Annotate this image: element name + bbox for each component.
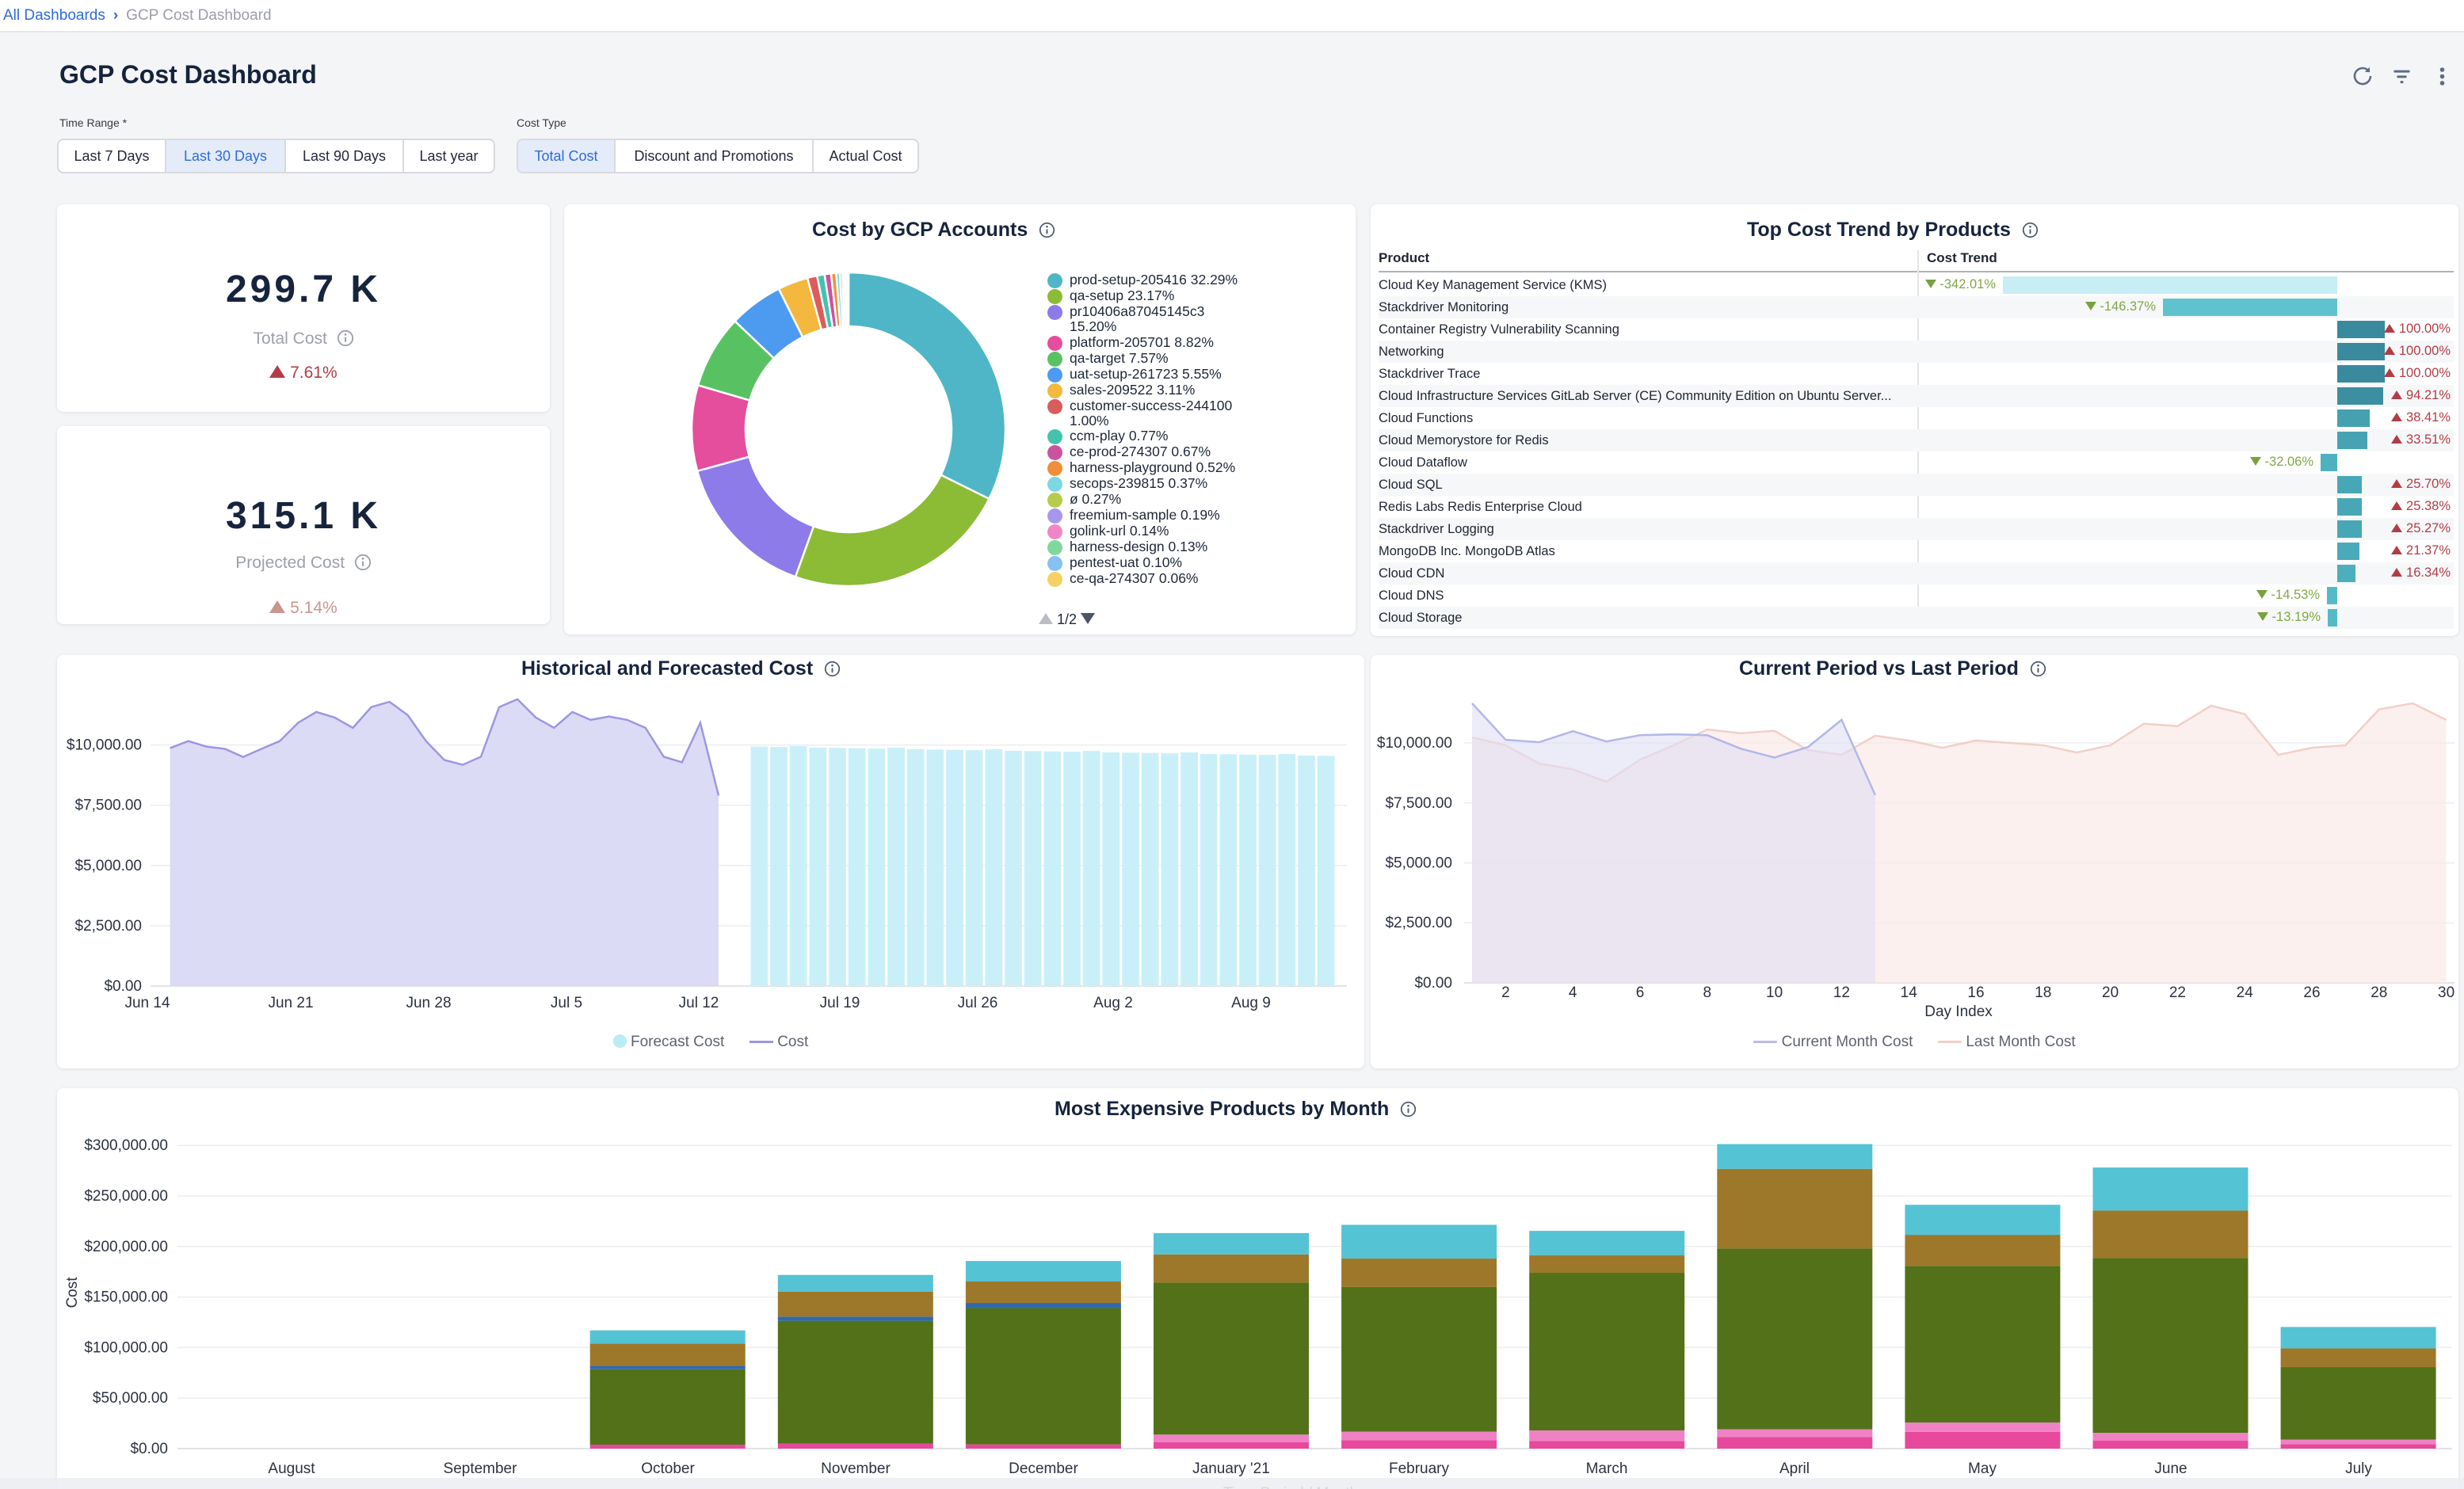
svg-text:26: 26 [2303,984,2320,1001]
svg-text:Jun 14: Jun 14 [124,995,170,1011]
svg-text:$200,000.00: $200,000.00 [84,1239,168,1255]
svg-text:$5,000.00: $5,000.00 [74,858,142,874]
svg-text:Jun 28: Jun 28 [406,995,451,1011]
svg-text:November: November [821,1460,891,1477]
svg-text:20: 20 [2102,984,2119,1001]
svg-text:$150,000.00: $150,000.00 [84,1289,168,1306]
svg-text:$50,000.00: $50,000.00 [93,1390,168,1407]
svg-text:$100,000.00: $100,000.00 [84,1339,168,1356]
svg-text:December: December [1009,1460,1078,1477]
svg-text:22: 22 [2169,984,2186,1001]
svg-text:$7,500.00: $7,500.00 [1385,795,1452,812]
svg-text:$250,000.00: $250,000.00 [84,1188,168,1205]
svg-text:August: August [268,1460,315,1477]
svg-text:4: 4 [1569,984,1577,1001]
svg-text:$10,000.00: $10,000.00 [67,737,142,754]
svg-text:$10,000.00: $10,000.00 [1377,735,1452,752]
svg-text:$0.00: $0.00 [130,1441,168,1457]
svg-text:$0.00: $0.00 [1414,975,1452,992]
svg-text:Aug 9: Aug 9 [1231,995,1271,1011]
svg-text:January '21: January '21 [1192,1460,1270,1477]
svg-text:6: 6 [1636,984,1645,1001]
svg-text:Jun 21: Jun 21 [268,995,313,1011]
svg-text:10: 10 [1766,984,1783,1001]
svg-text:2: 2 [1501,984,1510,1001]
svg-text:October: October [641,1460,695,1477]
svg-text:$7,500.00: $7,500.00 [74,798,142,814]
svg-text:Jul 26: Jul 26 [958,995,998,1011]
svg-text:$0.00: $0.00 [104,978,142,995]
svg-text:Jul 19: Jul 19 [820,995,860,1011]
svg-text:16: 16 [1967,984,1984,1001]
svg-text:July: July [2345,1460,2372,1477]
svg-text:24: 24 [2237,984,2254,1001]
svg-text:28: 28 [2371,984,2387,1001]
svg-text:Jul 12: Jul 12 [679,995,719,1011]
svg-text:18: 18 [2035,984,2051,1001]
svg-text:March: March [1586,1460,1628,1477]
svg-text:$2,500.00: $2,500.00 [1385,915,1452,931]
svg-text:$5,000.00: $5,000.00 [1385,855,1452,872]
svg-text:September: September [444,1460,518,1477]
svg-text:May: May [1968,1460,1997,1477]
svg-text:$300,000.00: $300,000.00 [84,1137,168,1154]
svg-text:February: February [1389,1460,1450,1477]
svg-text:14: 14 [1901,984,1918,1001]
svg-text:8: 8 [1703,984,1712,1001]
svg-text:12: 12 [1833,984,1850,1001]
svg-text:Aug 2: Aug 2 [1093,995,1133,1011]
svg-text:Cost: Cost [64,1277,81,1308]
svg-text:$2,500.00: $2,500.00 [74,918,142,935]
svg-text:Day Index: Day Index [1924,1003,1993,1020]
svg-text:30: 30 [2438,984,2454,1001]
svg-text:April: April [1779,1460,1810,1477]
svg-text:June: June [2154,1460,2187,1477]
svg-text:Jul 5: Jul 5 [551,995,582,1011]
